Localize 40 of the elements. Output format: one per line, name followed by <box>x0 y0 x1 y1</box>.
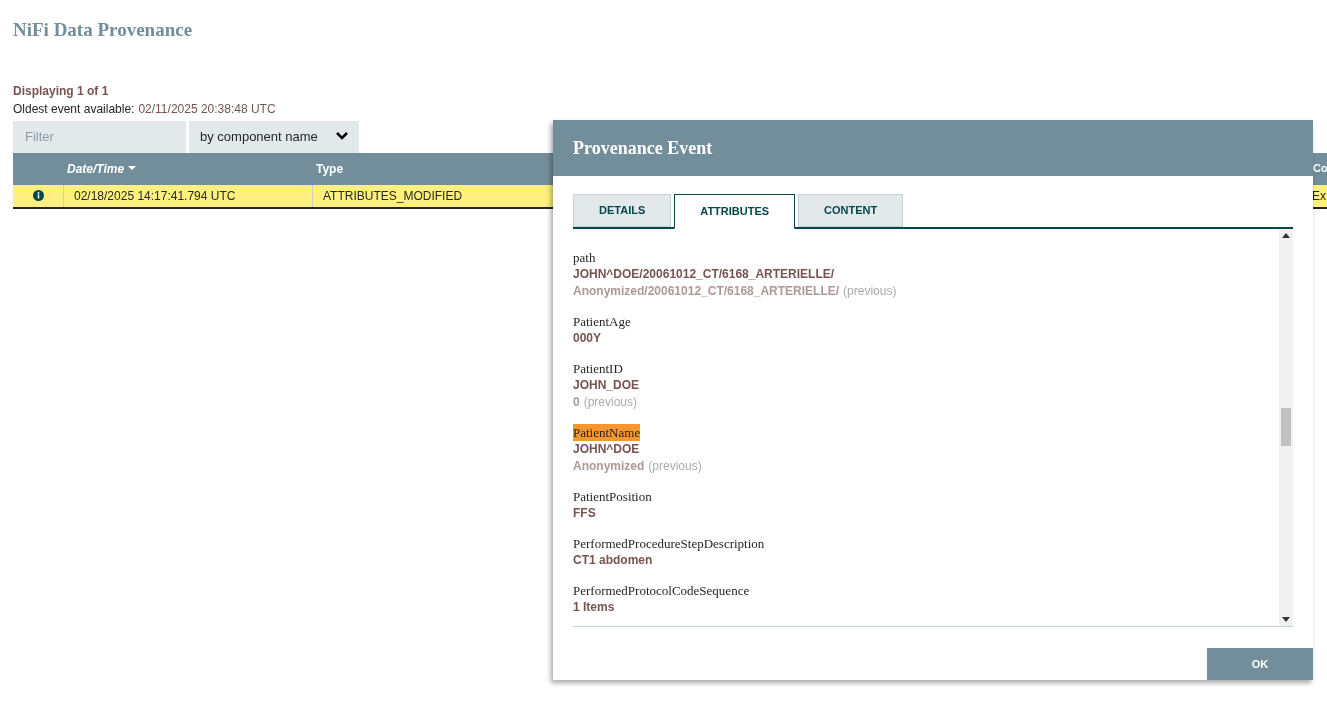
attribute-name: PatientName <box>573 424 641 441</box>
table-cell-text: ATTRIBUTES_MODIFIED <box>323 187 463 205</box>
tab[interactable]: ATTRIBUTES <box>674 194 796 229</box>
attribute-value: JOHN^DOE/20061012_CT/6168_ARTERIELLE/ <box>573 266 835 283</box>
previous-value: Anonymized/20061012_CT/6168_ARTERIELLE/ <box>573 283 840 300</box>
table-cell-text: 02/18/2025 14:17:41.794 UTC <box>74 187 236 205</box>
scroll-thumb[interactable] <box>1281 408 1291 446</box>
scroll-up-icon[interactable] <box>1282 233 1290 238</box>
attribute-name: PatientID <box>573 360 623 377</box>
filter-field[interactable]: Filter <box>13 120 186 153</box>
tab[interactable]: DETAILS <box>573 194 672 227</box>
page-title: NiFi Data Provenance <box>13 18 193 42</box>
sort-caret-icon <box>128 166 137 171</box>
previous-label: (previous) <box>648 458 702 475</box>
oldest-event-label: Oldest event available: <box>13 100 135 118</box>
attribute-value: JOHN^DOE <box>573 441 640 458</box>
attribute-value: JOHN_DOE <box>573 377 640 394</box>
attribute-value: FFS <box>573 505 596 522</box>
oldest-event-value: 02/11/2025 20:38:48 UTC <box>138 100 276 118</box>
attribute-value: CT1 abdomen <box>573 552 653 569</box>
table-cell-text: Ex <box>1312 187 1326 205</box>
displaying-count: Displaying 1 of 1 <box>13 82 109 100</box>
chevron-down-icon <box>336 132 348 141</box>
dialog-title: Provenance Event <box>573 136 713 160</box>
attribute-name: path <box>573 249 596 266</box>
attribute-value: 000Y <box>573 330 602 347</box>
attribute-value: 1 Items <box>573 599 615 616</box>
previous-label: (previous) <box>843 283 897 300</box>
attribute-name: PatientAge <box>573 313 631 330</box>
filter-mode-dropdown[interactable]: by component name <box>189 120 359 153</box>
previous-value: Anonymized <box>573 458 645 475</box>
scroll-down-icon[interactable] <box>1282 617 1290 622</box>
previous-value: 0 <box>573 394 580 411</box>
tab[interactable]: CONTENT <box>798 194 904 227</box>
scrollbar[interactable] <box>1279 229 1293 626</box>
previous-label: (previous) <box>583 394 638 411</box>
attribute-name: PerformedProtocolCodeSequence <box>573 582 750 599</box>
attribute-name: PatientPosition <box>573 488 652 505</box>
info-icon[interactable] <box>32 190 44 201</box>
attribute-name: PerformedProcedureStepDescription <box>573 535 765 552</box>
